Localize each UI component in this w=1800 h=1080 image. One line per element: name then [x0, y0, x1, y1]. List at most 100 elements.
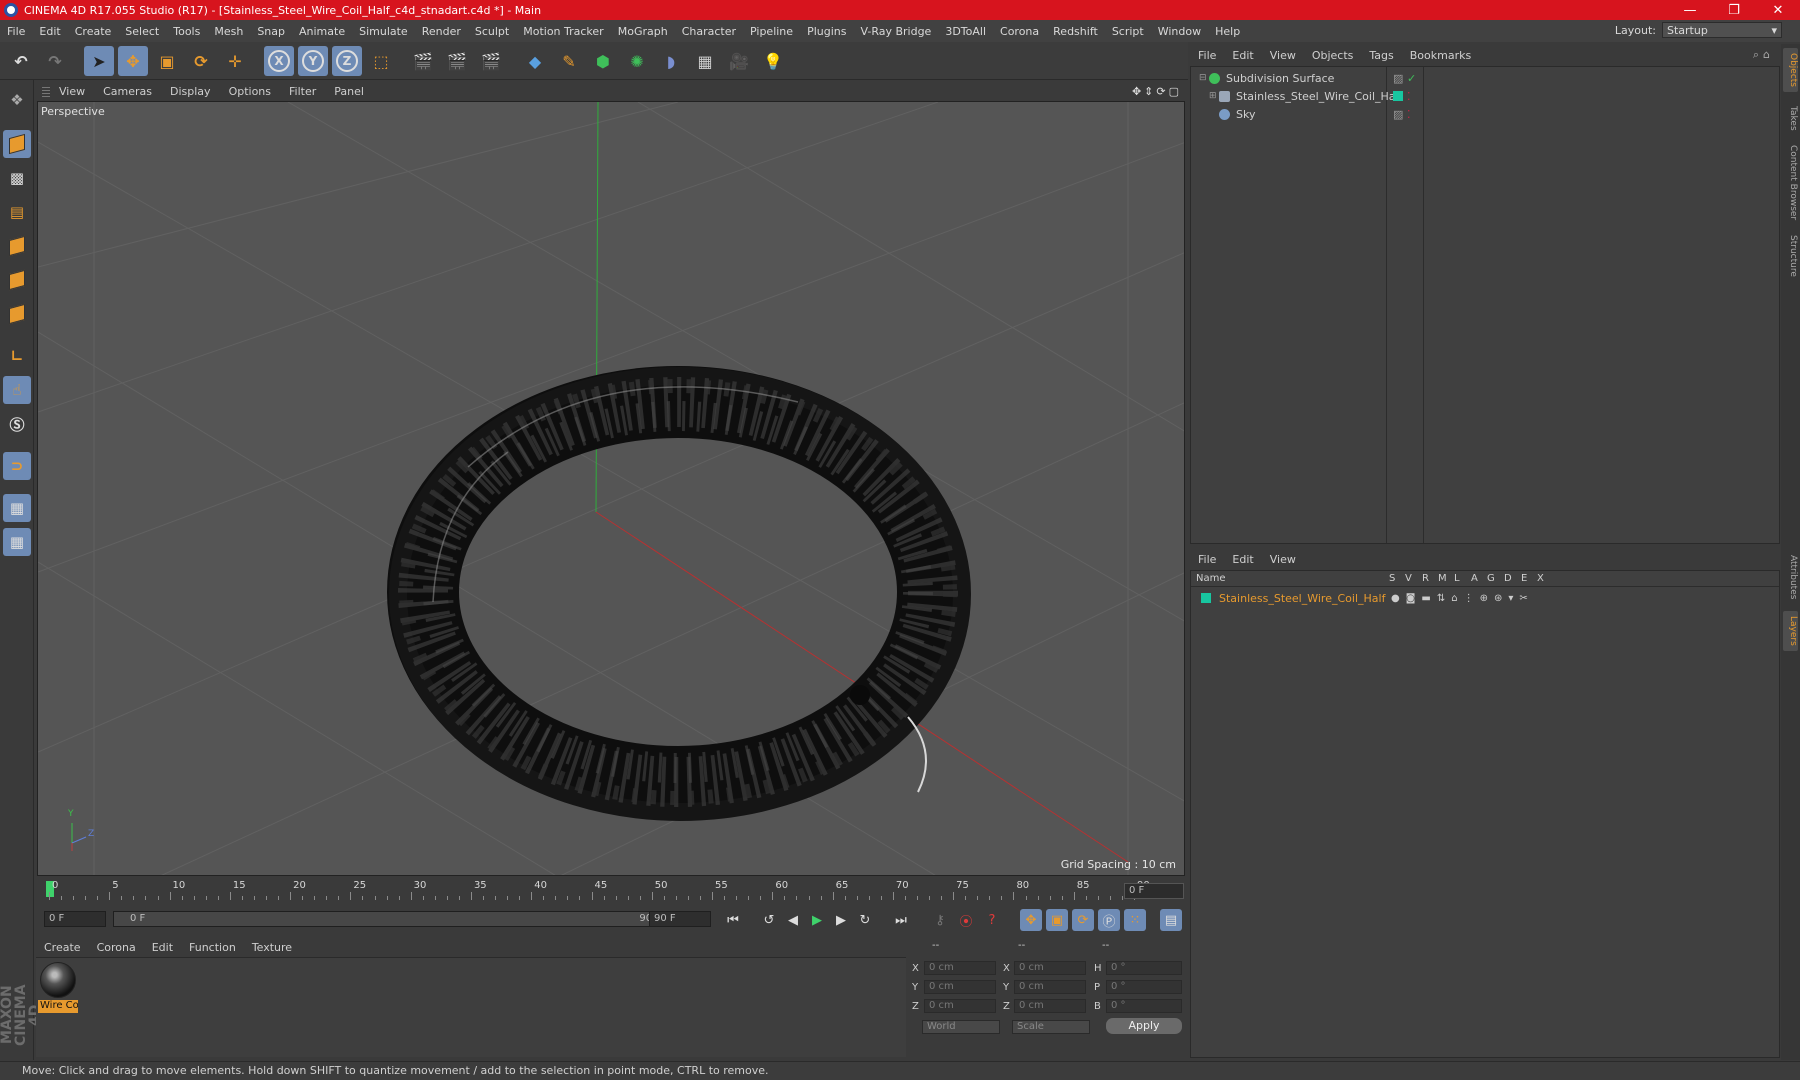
viewport-menu-filter[interactable]: Filter — [280, 85, 325, 98]
material-menu-function[interactable]: Function — [181, 941, 244, 954]
layer-col-render[interactable]: R — [1422, 573, 1429, 584]
layer-color-swatch[interactable] — [1393, 91, 1403, 101]
render-view-button[interactable]: 🎬 — [408, 46, 438, 76]
material-name-label[interactable]: Wire Co — [38, 1000, 78, 1013]
key-scale-button[interactable]: ▣ — [1046, 909, 1068, 931]
cube-object-button[interactable]: ◆ — [520, 46, 550, 76]
axis-z-button[interactable]: Z — [332, 46, 362, 76]
layer-menu-view[interactable]: View — [1262, 553, 1304, 566]
redo-button[interactable]: ↷ — [40, 46, 70, 76]
layer-col-view[interactable]: V — [1405, 573, 1412, 584]
menu-window[interactable]: Window — [1151, 25, 1208, 38]
layer-name[interactable]: Stainless_Steel_Wire_Coil_Half — [1219, 592, 1385, 605]
menu-edit[interactable]: Edit — [32, 25, 67, 38]
axis-y-button[interactable]: Y — [298, 46, 328, 76]
layer-color-swatch[interactable] — [1201, 593, 1211, 603]
select-tool-button[interactable]: ➤ — [84, 46, 114, 76]
viewport-camera-label[interactable]: Perspective — [41, 105, 105, 118]
viewport-menu-panel[interactable]: Panel — [325, 85, 373, 98]
object-menu-view[interactable]: View — [1262, 49, 1304, 62]
menu-create[interactable]: Create — [68, 25, 119, 38]
start-frame-field[interactable]: 0 F — [44, 911, 106, 927]
menu-sculpt[interactable]: Sculpt — [468, 25, 516, 38]
layer-col-generators[interactable]: G — [1487, 573, 1495, 584]
render-picture-viewer-button[interactable]: 🎬 — [442, 46, 472, 76]
object-menu-bookmarks[interactable]: Bookmarks — [1402, 49, 1479, 62]
keyframe-selection-button[interactable]: ? — [981, 909, 1003, 931]
viewport-nav-icons[interactable]: ✥⇕⟳▢ — [1132, 85, 1182, 98]
viewport-menu-display[interactable]: Display — [161, 85, 220, 98]
layer-col-solo[interactable]: S — [1389, 573, 1395, 584]
floor-button[interactable]: ▦ — [690, 46, 720, 76]
menu-animate[interactable]: Animate — [292, 25, 352, 38]
axis-x-button[interactable]: X — [264, 46, 294, 76]
menu-motion-tracker[interactable]: Motion Tracker — [516, 25, 610, 38]
layer-col-expressions[interactable]: E — [1521, 573, 1527, 584]
layer-toggle-icons[interactable]: ●◙▬⇅⌂⋮⊕⊛▾✂ — [1391, 593, 1534, 604]
viewport-menu-options[interactable]: Options — [220, 85, 280, 98]
workplane-lock-button[interactable]: ▦ — [3, 494, 31, 522]
material-menu-texture[interactable]: Texture — [244, 941, 300, 954]
current-frame-field[interactable]: 0 F — [1124, 883, 1184, 899]
restore-button[interactable]: ❐ — [1712, 3, 1756, 18]
workplane-mode-button[interactable]: ▤ — [3, 198, 31, 226]
menu-mesh[interactable]: Mesh — [207, 25, 250, 38]
timeline-ruler[interactable]: 051015202530354045505560657075808590 — [37, 878, 1185, 900]
object-menu-objects[interactable]: Objects — [1304, 49, 1362, 62]
expand-icon[interactable]: ⊞ — [1209, 91, 1219, 101]
texture-mode-button[interactable]: ▩ — [3, 164, 31, 192]
next-key-button[interactable]: ↻ — [854, 909, 876, 931]
key-rotation-button[interactable]: ⟳ — [1072, 909, 1094, 931]
make-editable-button[interactable]: ❖ — [3, 86, 31, 114]
go-to-end-button[interactable]: ⏭ — [890, 909, 912, 931]
live-selection-button[interactable]: ✛ — [220, 46, 250, 76]
object-manager-search-icons[interactable]: ⌕⌂ — [1753, 48, 1774, 62]
enabled-check-icon[interactable]: ✓ — [1407, 72, 1416, 85]
minimize-button[interactable]: — — [1668, 3, 1712, 18]
menu-script[interactable]: Script — [1105, 25, 1151, 38]
key-parameter-button[interactable]: Ⓟ — [1098, 909, 1120, 931]
polygons-mode-button[interactable] — [3, 300, 31, 328]
go-to-start-button[interactable]: ⏮ — [722, 909, 744, 931]
coordinate-space-dropdown[interactable]: World — [922, 1020, 1000, 1034]
menu-select[interactable]: Select — [118, 25, 166, 38]
record-keys-button[interactable]: ⚷ — [929, 909, 951, 931]
object-row-wire-coil[interactable]: ⊞ Stainless_Steel_Wire_Coil_Half ⁚ — [1191, 87, 1779, 105]
magnet-button[interactable]: ⊃ — [3, 452, 31, 480]
menu-simulate[interactable]: Simulate — [352, 25, 415, 38]
tab-layers[interactable]: Layers — [1783, 611, 1798, 651]
layer-col-manager[interactable]: M — [1438, 573, 1447, 584]
tweak-mode-button[interactable]: ☝ — [3, 376, 31, 404]
position-z-field[interactable]: 0 cm — [924, 999, 996, 1013]
menu-character[interactable]: Character — [675, 25, 743, 38]
object-visibility-icon[interactable]: ▨ — [1393, 72, 1403, 85]
menu-snap[interactable]: Snap — [250, 25, 292, 38]
points-mode-button[interactable] — [3, 232, 31, 260]
light-button[interactable]: 💡 — [758, 46, 788, 76]
end-frame-field[interactable]: 90 F — [649, 911, 711, 927]
close-button[interactable]: ✕ — [1756, 3, 1800, 18]
object-row-sky[interactable]: Sky ▨ ⁚ — [1191, 105, 1779, 123]
rotation-b-field[interactable]: 0 ° — [1106, 999, 1182, 1013]
previous-key-button[interactable]: ↺ — [758, 909, 780, 931]
layer-col-xref[interactable]: X — [1537, 573, 1544, 584]
object-menu-tags[interactable]: Tags — [1361, 49, 1401, 62]
pen-spline-button[interactable]: ✎ — [554, 46, 584, 76]
size-x-field[interactable]: 0 cm — [1014, 961, 1086, 975]
layer-menu-file[interactable]: File — [1190, 553, 1224, 566]
material-menu-corona[interactable]: Corona — [89, 941, 144, 954]
menu-plugins[interactable]: Plugins — [800, 25, 853, 38]
menu-file[interactable]: File — [0, 25, 32, 38]
axis-mode-button[interactable]: ∟ — [3, 342, 31, 370]
rotation-p-field[interactable]: 0 ° — [1106, 980, 1182, 994]
menu-mograph[interactable]: MoGraph — [611, 25, 675, 38]
material-preview-sphere[interactable] — [40, 962, 76, 998]
layer-menu-edit[interactable]: Edit — [1224, 553, 1261, 566]
deformer-button[interactable]: ◗ — [656, 46, 686, 76]
position-x-field[interactable]: 0 cm — [924, 961, 996, 975]
menu-render[interactable]: Render — [415, 25, 468, 38]
menu-vray-bridge[interactable]: V-Ray Bridge — [853, 25, 938, 38]
tab-content-browser[interactable]: Content Browser — [1783, 140, 1798, 226]
layer-col-name[interactable]: Name — [1196, 573, 1226, 584]
timeline-button[interactable]: ▤ — [1160, 909, 1182, 931]
